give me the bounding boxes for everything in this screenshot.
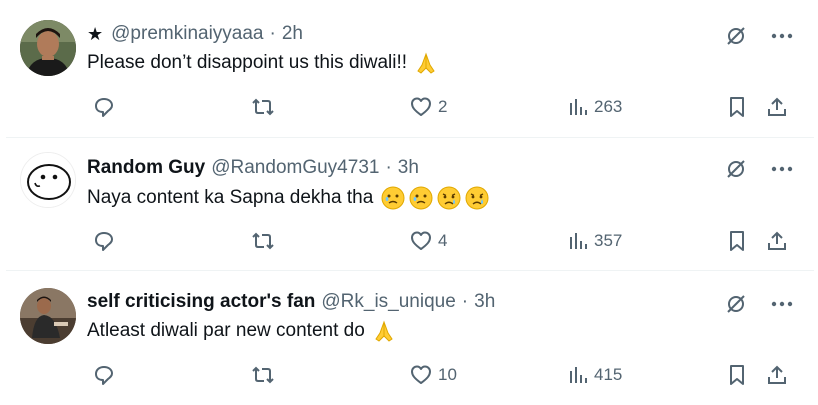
- grok-icon[interactable]: [724, 157, 748, 181]
- separator: ·: [269, 23, 276, 44]
- views-icon: [570, 367, 587, 383]
- timestamp[interactable]: 3h: [398, 157, 419, 179]
- folded-hands-icon: [415, 51, 437, 75]
- user-handle[interactable]: @Rk_is_unique: [321, 291, 455, 313]
- heart-icon: [411, 365, 431, 384]
- views-button[interactable]: 415: [568, 362, 622, 388]
- display-name[interactable]: Random Guy: [87, 157, 205, 179]
- grok-icon[interactable]: [724, 292, 748, 316]
- like-button[interactable]: 4: [410, 228, 447, 254]
- tweet-text-row: Atleast diwali par new content do: [87, 317, 395, 345]
- bookmark-button[interactable]: [728, 362, 746, 388]
- tweet-header: Random Guy @RandomGuy4731 · 3h: [87, 155, 419, 181]
- retweet-button[interactable]: [250, 362, 276, 388]
- separator: ·: [385, 157, 392, 178]
- retweet-icon: [252, 366, 274, 384]
- tweet-text-row: Naya content ka Sapna dekha tha: [87, 184, 489, 212]
- views-icon: [570, 99, 587, 115]
- heart-icon: [411, 97, 431, 116]
- reply-icon: [95, 232, 113, 251]
- display-name[interactable]: self criticising actor's fan: [87, 291, 315, 313]
- bookmark-button[interactable]: [728, 228, 746, 254]
- share-button[interactable]: [766, 94, 788, 120]
- bookmark-icon: [730, 365, 744, 385]
- view-count: 263: [594, 97, 623, 116]
- separator: ·: [461, 291, 469, 312]
- heart-icon: [411, 231, 431, 250]
- tweet-text: Naya content ka Sapna dekha tha: [87, 187, 374, 208]
- reply-button[interactable]: [93, 228, 115, 254]
- divider: [6, 137, 814, 138]
- share-icon: [768, 365, 786, 384]
- grok-icon[interactable]: [724, 24, 748, 48]
- more-options-icon[interactable]: [770, 292, 794, 316]
- retweet-button[interactable]: [250, 228, 276, 254]
- bookmark-icon: [730, 231, 744, 251]
- retweet-icon: [252, 232, 274, 250]
- tweet-top-actions: [724, 157, 794, 181]
- avatar[interactable]: [20, 20, 76, 76]
- retweet-button[interactable]: [250, 94, 276, 120]
- tweet-actions: 2 263: [87, 94, 787, 120]
- reply-icon: [95, 366, 113, 385]
- tweet-header: ★ @premkinaiyyaaa · 2h: [87, 21, 303, 47]
- tweet-top-actions: [724, 292, 794, 316]
- reply-button[interactable]: [93, 94, 115, 120]
- avatar[interactable]: [20, 288, 76, 344]
- star-icon: ★: [87, 23, 104, 44]
- like-button[interactable]: 2: [410, 94, 447, 120]
- tweet-top-actions: [724, 24, 794, 48]
- more-options-icon[interactable]: [770, 157, 794, 181]
- reply-button[interactable]: [93, 362, 115, 388]
- sad-tear-icon: [465, 186, 489, 210]
- retweet-icon: [252, 98, 274, 116]
- tweet-text: Please don’t disappoint us this diwali!!: [87, 52, 408, 73]
- like-count: 10: [438, 365, 457, 384]
- more-options-icon[interactable]: [770, 24, 794, 48]
- timestamp[interactable]: 2h: [282, 23, 303, 45]
- holding-back-tears-icon: [409, 186, 433, 210]
- share-button[interactable]: [766, 228, 788, 254]
- views-button[interactable]: 357: [568, 228, 622, 254]
- timestamp[interactable]: 3h: [474, 291, 495, 313]
- views-button[interactable]: 263: [568, 94, 622, 120]
- tweet-text-row: Please don’t disappoint us this diwali!!: [87, 49, 437, 77]
- reply-icon: [95, 98, 113, 117]
- divider: [6, 270, 814, 271]
- tweet-header: self criticising actor's fan @Rk_is_uniq…: [87, 289, 495, 315]
- like-count: 2: [438, 97, 448, 116]
- avatar[interactable]: [20, 152, 76, 208]
- bookmark-button[interactable]: [728, 94, 746, 120]
- share-icon: [768, 97, 786, 116]
- view-count: 415: [594, 365, 623, 384]
- user-handle[interactable]: @RandomGuy4731: [211, 157, 379, 179]
- view-count: 357: [594, 231, 623, 250]
- share-icon: [768, 231, 786, 250]
- user-handle[interactable]: @premkinaiyyaaa: [111, 23, 263, 45]
- tweet-actions: 4 357: [87, 228, 787, 254]
- holding-back-tears-icon: [381, 186, 405, 210]
- tweet-actions: 10 415: [87, 362, 787, 388]
- sad-tear-icon: [437, 186, 461, 210]
- tweet-text: Atleast diwali par new content do: [87, 320, 365, 341]
- like-count: 4: [438, 231, 448, 250]
- bookmark-icon: [730, 97, 744, 117]
- share-button[interactable]: [766, 362, 788, 388]
- views-icon: [570, 233, 587, 249]
- like-button[interactable]: 10: [410, 362, 457, 388]
- folded-hands-icon: [373, 319, 395, 343]
